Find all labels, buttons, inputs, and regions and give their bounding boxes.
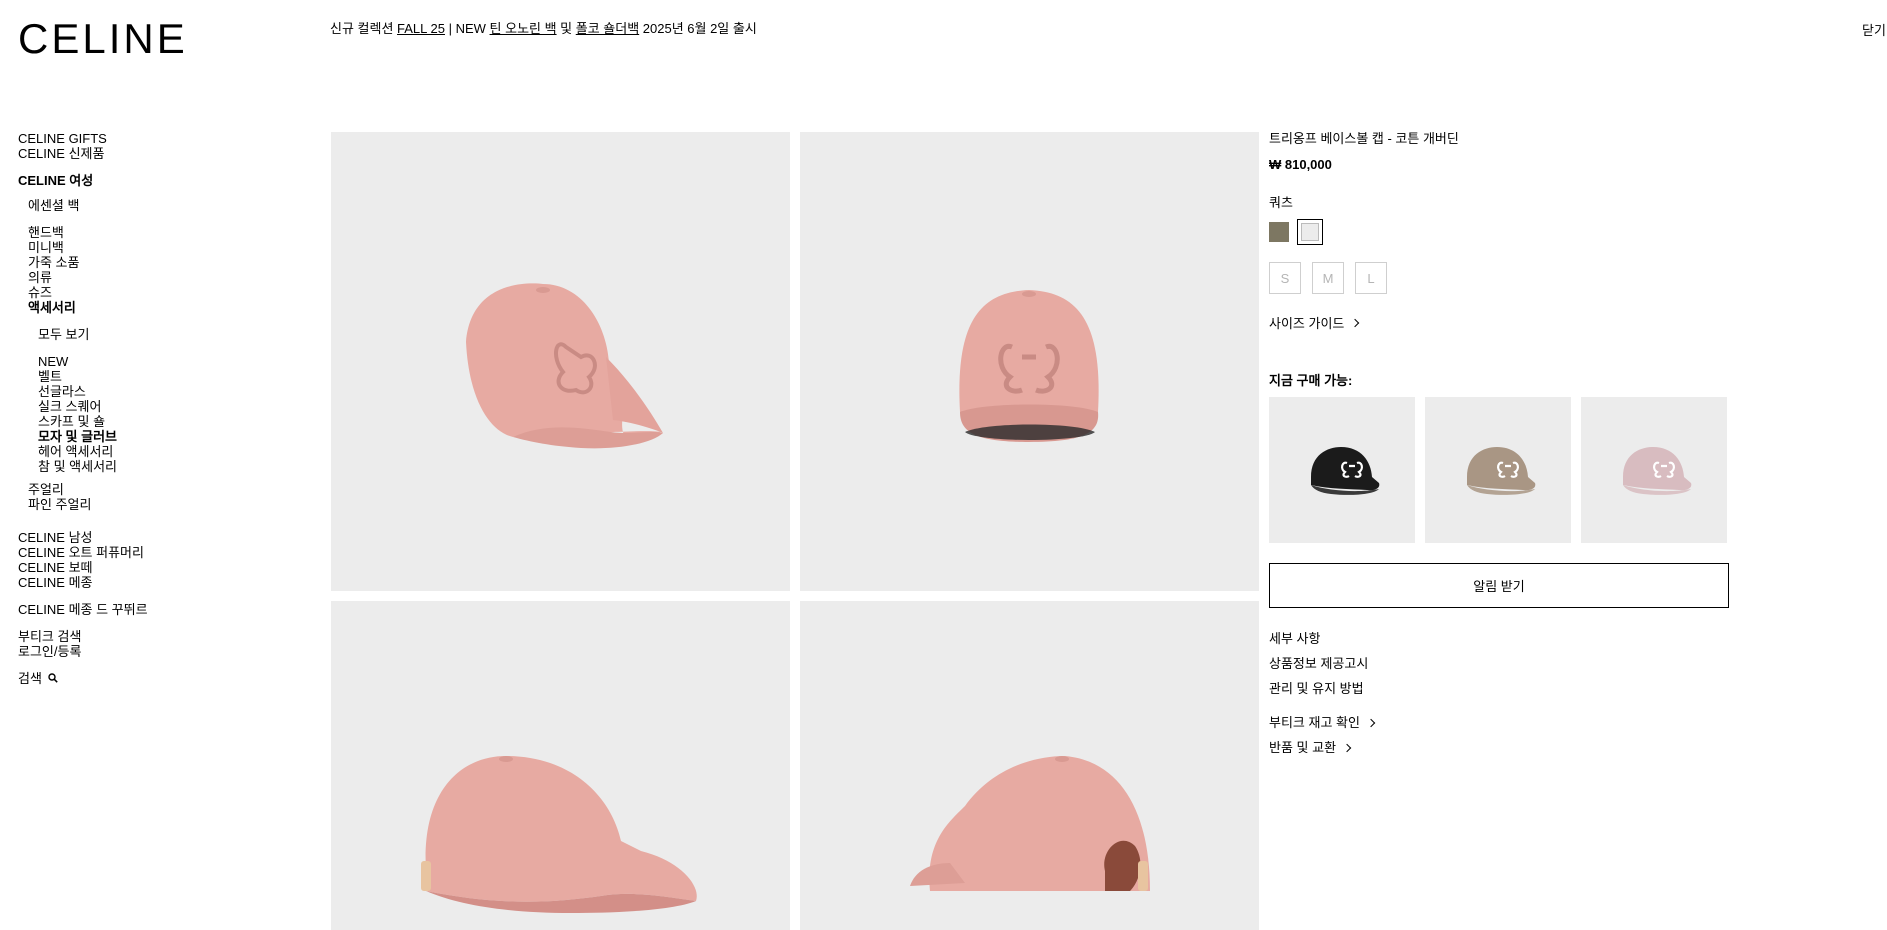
chevron-right-icon (1351, 318, 1360, 327)
product-price: ₩ 810,000 (1269, 157, 1332, 172)
chevron-right-icon (1342, 743, 1352, 752)
notify-me-button[interactable]: 알림 받기 (1269, 563, 1729, 608)
size-guide-label: 사이즈 가이드 (1269, 316, 1345, 331)
announcement-suffix: 2025년 6월 2일 출시 (639, 21, 757, 36)
product-info-toggle[interactable]: 상품정보 제공고시 (1269, 651, 1729, 676)
cap-thumbnail-pink (1623, 447, 1692, 495)
nav-accessory-item[interactable]: 헤어 액세서리 (18, 444, 318, 459)
search-label: 검색 (18, 671, 42, 686)
announcement-mid: | NEW (444, 21, 490, 36)
nav-accessory-item[interactable]: 실크 스퀘어 (18, 399, 318, 414)
sidebar-nav: CELINE GIFTS CELINE 신제품 CELINE 여성 에센셜 백 … (18, 131, 318, 686)
nav-fine-jewelry[interactable]: 파인 주얼리 (18, 497, 318, 512)
returns-label: 반품 및 교환 (1269, 740, 1337, 755)
nav-women-item[interactable]: 가죽 소품 (18, 255, 318, 270)
size-option[interactable]: L (1355, 262, 1387, 294)
nav-accessories[interactable]: 액세서리 (18, 300, 318, 315)
nav-boutique-search[interactable]: 부티크 검색 (18, 629, 318, 644)
close-link[interactable]: 닫기 (1862, 20, 1887, 39)
fall25-link[interactable]: FALL 25 (397, 21, 445, 36)
size-guide-link[interactable]: 사이즈 가이드 (1269, 313, 1729, 332)
product-info-sections: 세부 사항 상품정보 제공고시 관리 및 유지 방법 (1269, 626, 1729, 701)
celine-logo[interactable]: CELINE (18, 16, 188, 62)
product-image-front-angle[interactable] (331, 132, 790, 591)
related-product-thumb[interactable] (1425, 397, 1571, 543)
size-option[interactable]: S (1269, 262, 1301, 294)
announcement-and: 및 (556, 21, 576, 36)
nav-haute-parfumerie[interactable]: CELINE 오트 퍼퓨머리 (18, 545, 318, 560)
color-swatch-olive[interactable] (1269, 222, 1289, 242)
nav-gifts[interactable]: CELINE GIFTS (18, 131, 318, 146)
product-image-front[interactable] (800, 132, 1259, 591)
nav-jewelry[interactable]: 주얼리 (18, 482, 318, 497)
boutique-stock-link[interactable]: 부티크 재고 확인 (1269, 710, 1729, 735)
product-panel: 트리옹프 베이스볼 캡 - 코튼 개버딘 ₩ 810,000 쿼츠 S M L … (1269, 131, 1729, 760)
nav-women-item[interactable]: 의류 (18, 270, 318, 285)
cap-thumbnail-beige (1467, 447, 1536, 495)
cap-illustration (466, 283, 663, 449)
care-toggle[interactable]: 관리 및 유지 방법 (1269, 676, 1729, 701)
cap-illustration (421, 756, 697, 913)
nav-view-all[interactable]: 모두 보기 (18, 327, 318, 342)
color-label: 쿼츠 (1269, 195, 1293, 210)
product-image-back[interactable] (800, 601, 1259, 930)
nav-accessory-item[interactable]: 참 및 액세서리 (18, 459, 318, 474)
color-swatch-quartz[interactable] (1297, 219, 1323, 245)
boutique-stock-label: 부티크 재고 확인 (1269, 715, 1360, 730)
nav-women[interactable]: CELINE 여성 (18, 173, 318, 188)
chevron-right-icon (1366, 718, 1376, 727)
teen-onorine-bag-link[interactable]: 틴 오노린 백 (490, 21, 557, 36)
color-swatches (1269, 219, 1729, 245)
nav-login[interactable]: 로그인/등록 (18, 644, 318, 659)
nav-accessory-item[interactable]: 스카프 및 숄 (18, 414, 318, 429)
size-option[interactable]: M (1312, 262, 1344, 294)
returns-link[interactable]: 반품 및 교환 (1269, 735, 1729, 760)
nav-beaute[interactable]: CELINE 보떼 (18, 560, 318, 575)
nav-new-arrivals[interactable]: CELINE 신제품 (18, 146, 318, 161)
nav-women-item[interactable]: 핸드백 (18, 225, 318, 240)
nav-men[interactable]: CELINE 남성 (18, 530, 318, 545)
available-now-heading: 지금 구매 가능: (1269, 373, 1353, 388)
nav-hats-gloves[interactable]: 모자 및 글러브 (18, 429, 318, 444)
related-products (1269, 397, 1729, 543)
search-button[interactable]: 검색 (18, 671, 318, 686)
product-name: 트리옹프 베이스볼 캡 - 코튼 개버딘 (1269, 131, 1459, 146)
nav-accessory-item[interactable]: 선글라스 (18, 384, 318, 399)
nav-accessory-item[interactable]: 벨트 (18, 369, 318, 384)
cap-illustration (910, 756, 1150, 891)
announcement-prefix: 신규 컬렉션 (330, 21, 398, 36)
nav-accessory-item[interactable]: NEW (18, 354, 318, 369)
related-product-thumb[interactable] (1269, 397, 1415, 543)
service-links: 부티크 재고 확인 반품 및 교환 (1269, 710, 1729, 760)
nav-women-item[interactable]: 미니백 (18, 240, 318, 255)
size-selector: S M L (1269, 262, 1729, 294)
nav-essential-bags[interactable]: 에센셜 백 (18, 198, 318, 213)
cap-illustration (959, 290, 1099, 442)
announcement-bar: 신규 컬렉션 FALL 25 | NEW 틴 오노린 백 및 폴코 숄더백 20… (330, 20, 757, 37)
search-icon (48, 671, 58, 686)
details-toggle[interactable]: 세부 사항 (1269, 626, 1729, 651)
cap-thumbnail-black (1311, 447, 1380, 495)
related-product-thumb[interactable] (1581, 397, 1727, 543)
nav-women-item[interactable]: 슈즈 (18, 285, 318, 300)
folco-shoulder-bag-link[interactable]: 폴코 숄더백 (576, 21, 639, 36)
nav-maison[interactable]: CELINE 메종 (18, 575, 318, 590)
nav-maison-couture[interactable]: CELINE 메종 드 꾸뛰르 (18, 602, 318, 617)
product-image-side[interactable] (331, 601, 790, 930)
